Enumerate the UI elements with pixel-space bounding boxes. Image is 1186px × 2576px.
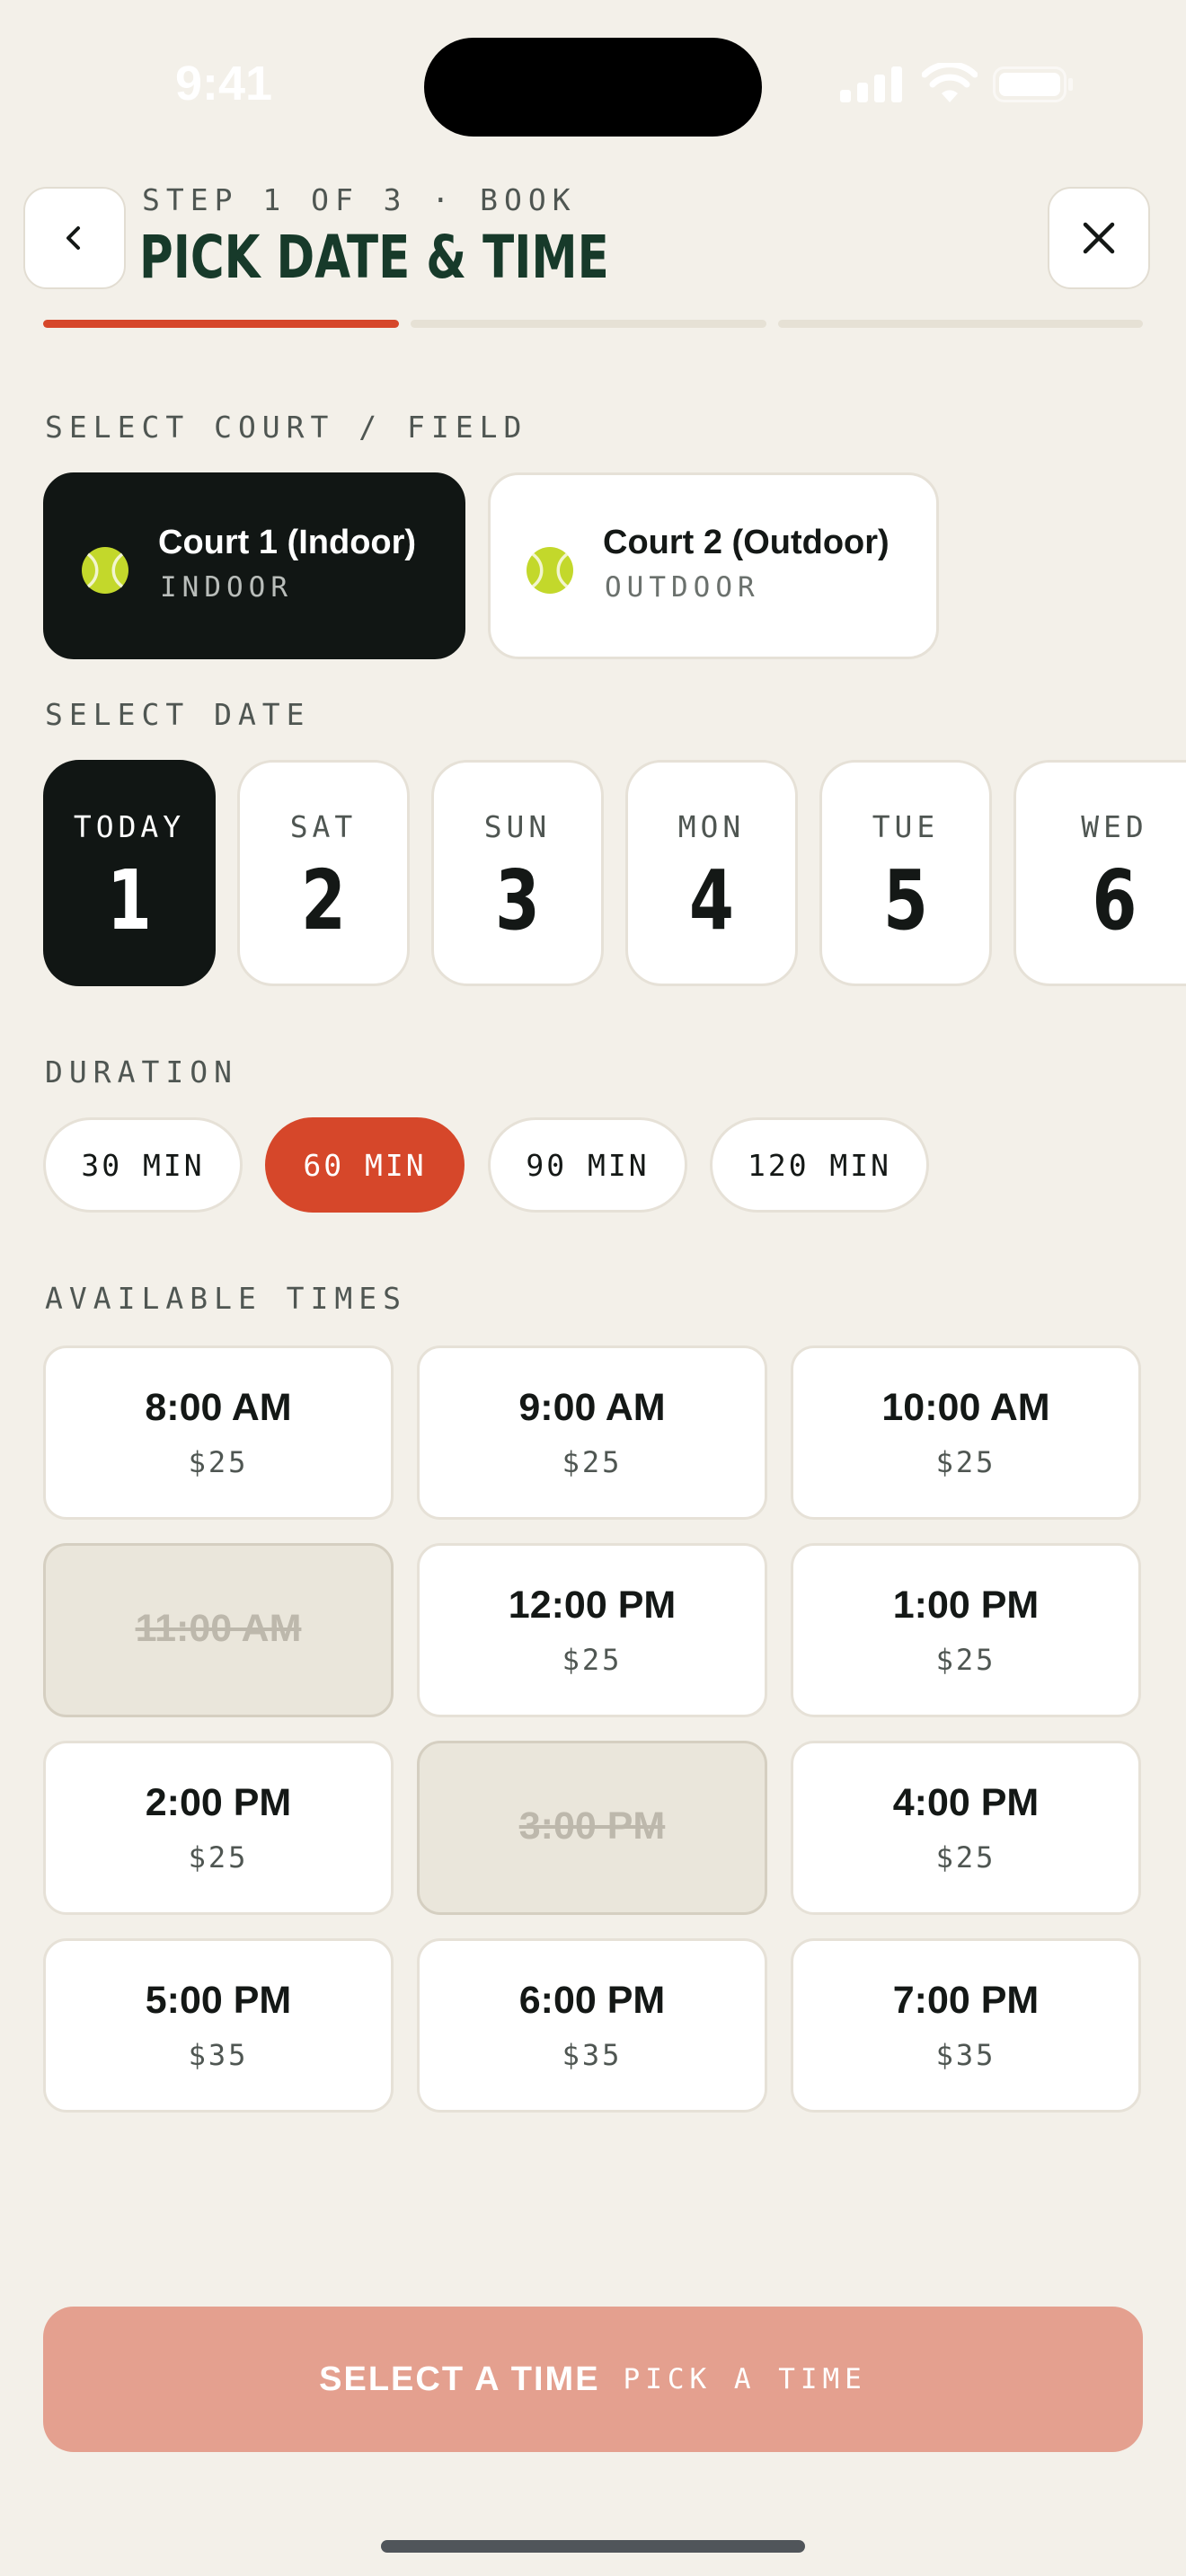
slot-time: 3:00 PM <box>518 1804 666 1848</box>
date-option-wed[interactable]: WED 6 <box>1013 760 1186 986</box>
court-option-2[interactable]: Court 2 (Outdoor) OUTDOOR <box>488 472 939 659</box>
date-number: 6 <box>1092 852 1137 948</box>
slot-time: 10:00 AM <box>881 1386 1050 1429</box>
date-number: 4 <box>689 852 734 948</box>
date-number: 5 <box>883 852 928 948</box>
duration-120-min[interactable]: 120 MIN <box>710 1117 929 1213</box>
slot-time: 4:00 PM <box>892 1781 1040 1824</box>
date-option-sun[interactable]: SUN 3 <box>431 760 604 986</box>
progress-step-2 <box>411 320 766 328</box>
time-slot[interactable]: 12:00 PM $25 <box>417 1543 767 1717</box>
slot-price: $35 <box>562 2038 623 2072</box>
wifi-icon <box>922 63 978 102</box>
close-icon <box>1083 222 1115 254</box>
slot-price: $25 <box>935 1445 996 1479</box>
duration-90-min[interactable]: 90 MIN <box>488 1117 687 1213</box>
slot-time: 7:00 PM <box>892 1979 1040 2022</box>
slot-time: 8:00 AM <box>145 1386 292 1429</box>
date-number: 3 <box>495 852 540 948</box>
slot-price: $25 <box>562 1445 623 1479</box>
date-option-today[interactable]: TODAY 1 <box>43 760 216 986</box>
slot-price: $25 <box>935 1840 996 1875</box>
time-slot[interactable]: 4:00 PM $25 <box>791 1741 1141 1915</box>
slot-time: 6:00 PM <box>518 1979 666 2022</box>
slot-time: 1:00 PM <box>892 1584 1040 1627</box>
date-section-label: SELECT DATE <box>45 697 311 732</box>
court-name: Court 1 (Indoor) <box>158 524 417 561</box>
time-slot[interactable]: 9:00 AM $25 <box>417 1345 767 1520</box>
duration-section-label: DURATION <box>45 1054 238 1090</box>
tennis-ball-icon <box>527 547 573 594</box>
progress-step-1 <box>43 320 399 328</box>
slot-time: 5:00 PM <box>145 1979 292 2022</box>
tennis-ball-icon <box>82 547 128 594</box>
date-option-tue[interactable]: TUE 5 <box>819 760 992 986</box>
time-slot: 11:00 AM <box>43 1543 394 1717</box>
slot-price: $35 <box>935 2038 996 2072</box>
home-indicator <box>381 2540 805 2553</box>
signal-icon <box>840 66 902 102</box>
select-time-button[interactable]: SELECT A TIME PICK A TIME <box>43 2307 1143 2452</box>
dynamic-island <box>424 38 762 137</box>
slot-time: 11:00 AM <box>135 1607 302 1650</box>
court-type: INDOOR <box>160 571 293 604</box>
date-day: SAT <box>289 809 358 844</box>
court-name: Court 2 (Outdoor) <box>603 524 890 561</box>
slot-time: 12:00 PM <box>508 1584 677 1627</box>
cta-label: SELECT A TIME <box>319 2360 600 2398</box>
time-slot[interactable]: 1:00 PM $25 <box>791 1543 1141 1717</box>
time-slot[interactable]: 8:00 AM $25 <box>43 1345 394 1520</box>
time-slot[interactable]: 2:00 PM $25 <box>43 1741 394 1915</box>
court-section-label: SELECT COURT / FIELD <box>45 410 528 445</box>
times-section-label: AVAILABLE TIMES <box>45 1281 408 1316</box>
slot-price: $35 <box>188 2038 249 2072</box>
slot-time: 9:00 AM <box>518 1386 666 1429</box>
slot-price: $25 <box>188 1445 249 1479</box>
cta-sublabel: PICK A TIME <box>623 2363 867 2395</box>
date-day: TUE <box>872 809 940 844</box>
court-type: OUTDOOR <box>605 571 760 604</box>
step-label: STEP 1 OF 3 · BOOK <box>142 182 577 217</box>
slot-price: $25 <box>188 1840 249 1875</box>
date-number: 2 <box>301 852 346 948</box>
status-time: 9:41 <box>175 57 273 110</box>
duration-30-min[interactable]: 30 MIN <box>43 1117 243 1213</box>
progress-step-3 <box>778 320 1143 328</box>
back-button[interactable] <box>23 187 126 289</box>
date-option-mon[interactable]: MON 4 <box>625 760 798 986</box>
date-day: MON <box>677 809 746 844</box>
time-slot[interactable]: 7:00 PM $35 <box>791 1938 1141 2113</box>
time-slot[interactable]: 10:00 AM $25 <box>791 1345 1141 1520</box>
time-slot[interactable]: 5:00 PM $35 <box>43 1938 394 2113</box>
date-number: 1 <box>107 852 152 948</box>
duration-60-min[interactable]: 60 MIN <box>265 1117 465 1213</box>
battery-icon <box>993 66 1073 102</box>
date-day: WED <box>1081 809 1148 844</box>
date-option-sat[interactable]: SAT 2 <box>237 760 410 986</box>
close-button[interactable] <box>1048 187 1150 289</box>
slot-time: 2:00 PM <box>145 1781 292 1824</box>
date-day: TODAY <box>73 809 186 844</box>
time-slot[interactable]: 6:00 PM $35 <box>417 1938 767 2113</box>
time-slot: 3:00 PM <box>417 1741 767 1915</box>
slot-price: $25 <box>935 1643 996 1677</box>
back-chevron-icon <box>66 226 80 250</box>
slot-price: $25 <box>562 1643 623 1677</box>
date-day: SUN <box>483 809 552 844</box>
court-option-1[interactable]: Court 1 (Indoor) INDOOR <box>43 472 465 659</box>
page-title: PICK DATE & TIME <box>139 223 609 292</box>
